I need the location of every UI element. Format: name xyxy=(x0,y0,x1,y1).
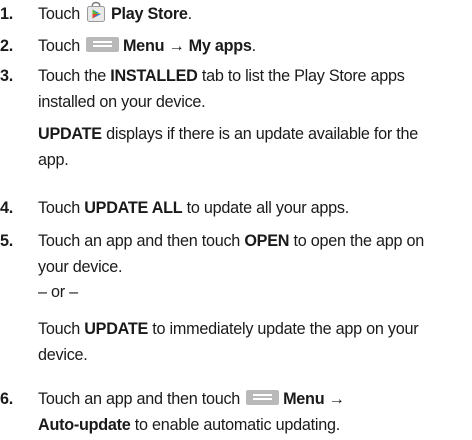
menu-icon xyxy=(246,390,280,406)
step-text: Touch xyxy=(38,199,85,217)
step-number: 4. xyxy=(0,199,14,217)
menu-icon xyxy=(85,37,119,53)
step-number: 6. xyxy=(0,390,14,408)
update-label: UPDATE xyxy=(84,320,149,338)
step-number: 5. xyxy=(0,232,14,250)
update-all-label: UPDATE ALL xyxy=(84,199,183,217)
step-2: 2. Touch Menu → My apps. xyxy=(0,33,472,59)
step-text: Touch an app and then touch xyxy=(38,390,241,408)
step-text: Touch xyxy=(38,37,80,55)
or-separator: – or – xyxy=(38,283,78,301)
update-alt-note: Touch UPDATE to immediately update the a… xyxy=(38,320,419,364)
step-text: Touch xyxy=(38,5,80,23)
step-text: Touch the xyxy=(38,67,111,85)
step-6: 6. Touch an app and then touch Menu → Auto… xyxy=(0,386,472,438)
step-4: 4. Touch UPDATE ALL to update all your a… xyxy=(0,195,472,221)
play-store-icon xyxy=(86,1,106,23)
menu-label: Menu → xyxy=(283,390,345,408)
step-text: Touch an app and then touch xyxy=(38,232,245,250)
update-note: UPDATE displays if there is an update av… xyxy=(38,125,419,169)
step-1: 1. Touch Play Store. xyxy=(0,1,472,27)
instructions-document: 1. Touch Play Store. 2. Touch Menu → My a… xyxy=(0,0,472,440)
installed-tab-label: INSTALLED xyxy=(110,67,198,85)
update-label: UPDATE xyxy=(38,125,102,143)
auto-update-label: Auto-update xyxy=(38,416,131,434)
menu-my-apps-label: Menu → My apps xyxy=(122,37,252,55)
step-number: 1. xyxy=(0,5,14,23)
step-5: 5. Touch an app and then touch OPEN to o… xyxy=(0,228,472,368)
play-store-label: Play Store xyxy=(110,5,188,23)
step-number: 3. xyxy=(0,67,14,85)
step-number: 2. xyxy=(0,37,14,55)
open-label: OPEN xyxy=(244,232,290,250)
step-3: 3. Touch the INSTALLED tab to list the P… xyxy=(0,63,472,173)
